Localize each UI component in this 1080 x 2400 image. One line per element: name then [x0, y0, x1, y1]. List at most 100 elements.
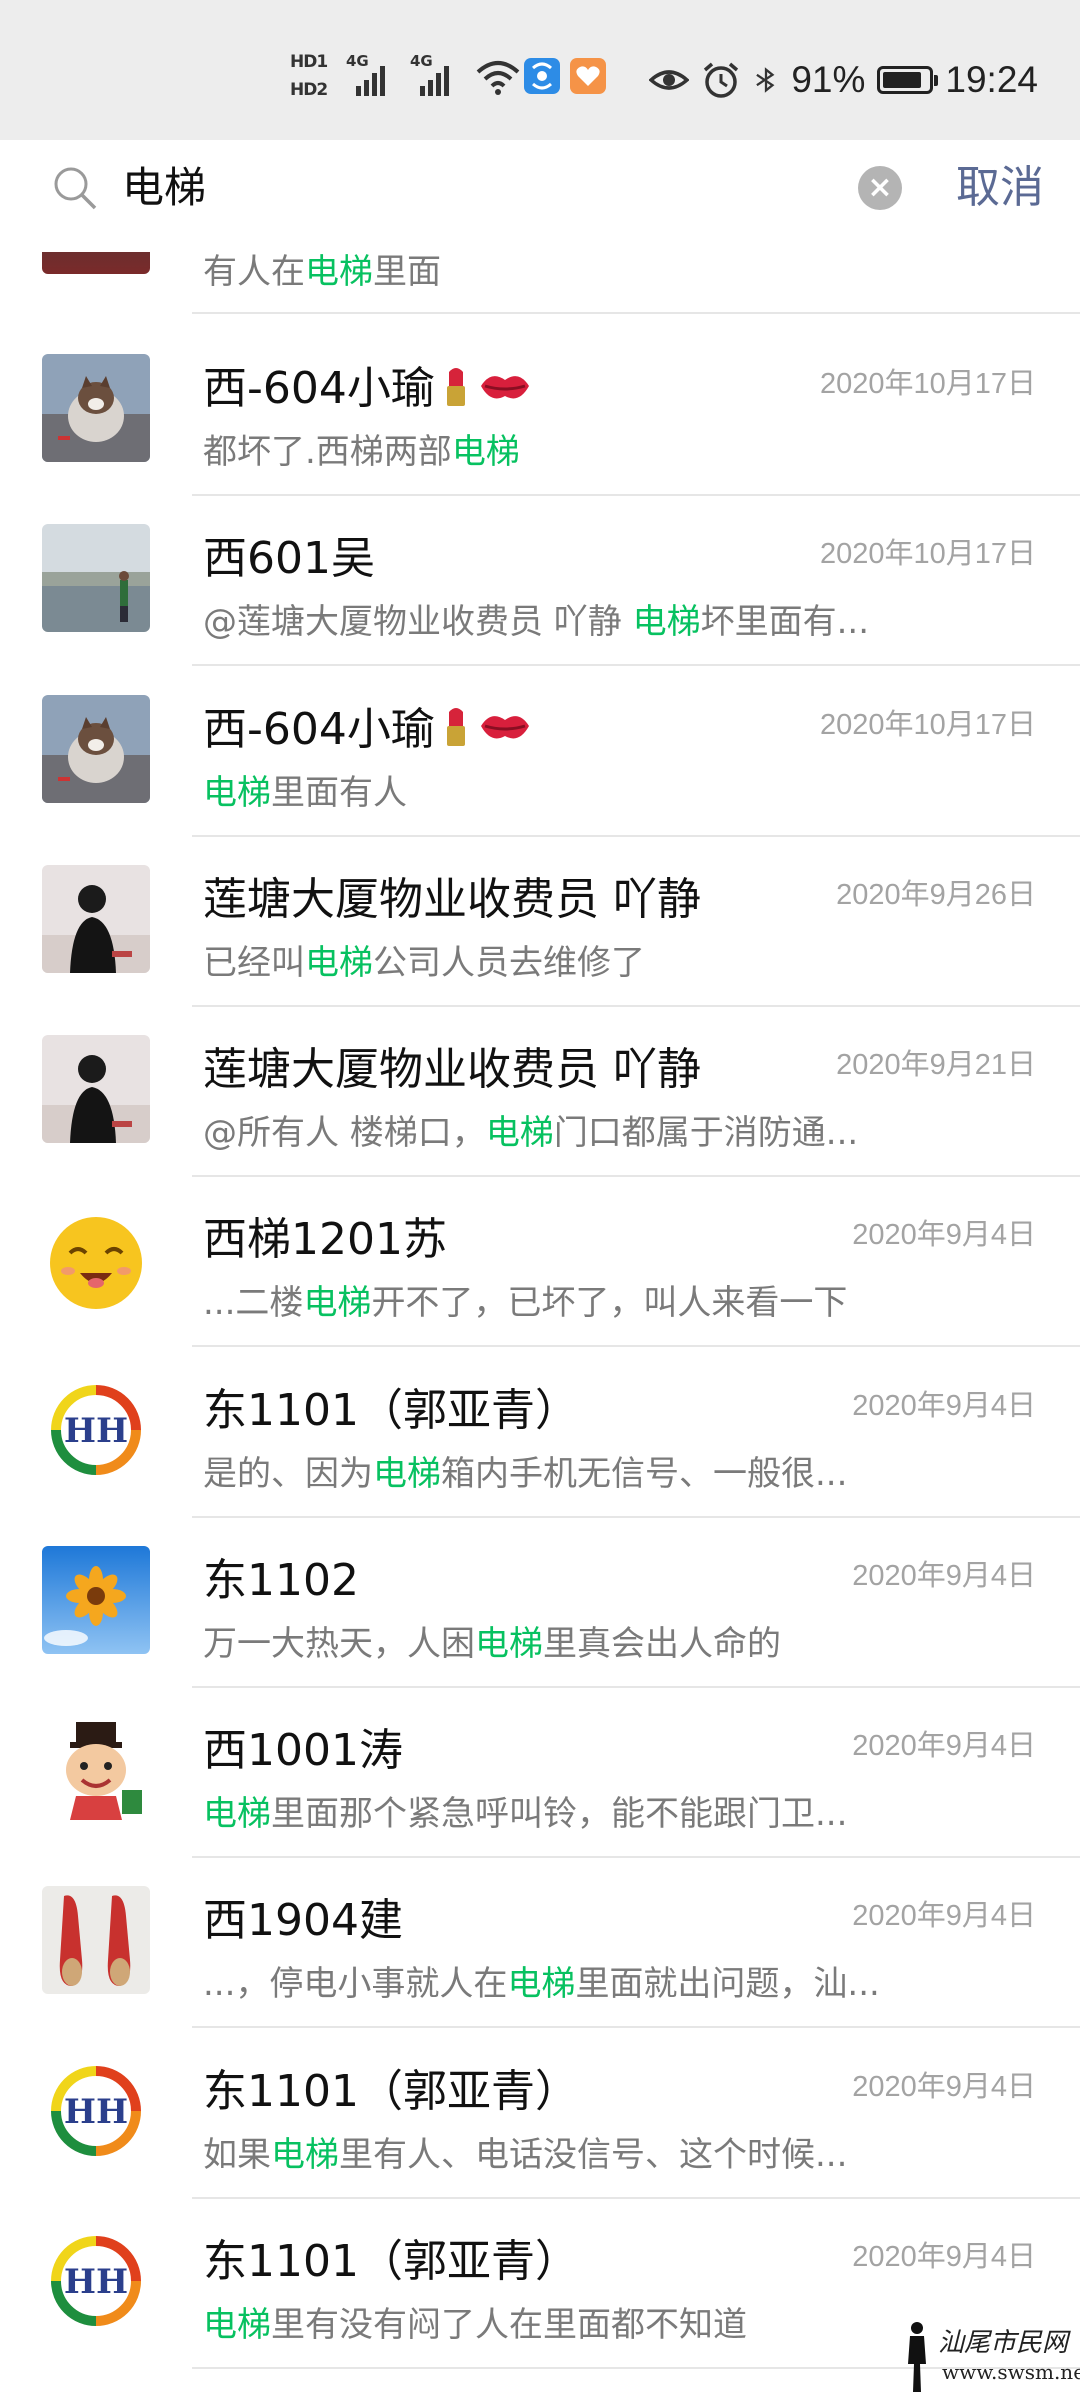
- keyword-highlight: 电梯: [203, 772, 271, 813]
- contact-name: 西1904建: [203, 1884, 403, 1948]
- contact-name-text: 东1101（郭亚青）: [203, 1384, 579, 1436]
- list-item[interactable]: 西1904建 2020年9月4日 ...，停电小事就人在电梯里面就出问题，汕...: [0, 1856, 1080, 2029]
- contact-name-text: 西1904建: [203, 1895, 403, 1947]
- search-result-list[interactable]: 有人在电梯里面 西-604小瑜 2020年10月17日 都坏了.西梯两部电梯 西601…: [0, 252, 1080, 2400]
- avatar: HH: [42, 1375, 150, 1484]
- keyword-highlight: 电梯: [303, 1283, 372, 1324]
- contact-name-text: 西1001涛: [203, 1725, 403, 1776]
- contact-name-text: 东1101（郭亚青）: [203, 2065, 579, 2117]
- contact-name: 西-604小瑜: [203, 352, 533, 419]
- search-input[interactable]: [122, 145, 822, 231]
- message-date: 2020年10月17日: [819, 368, 1036, 400]
- contact-name: 西601吴: [203, 522, 375, 586]
- avatar: [42, 1886, 150, 1995]
- message-date: 2020年9月4日: [852, 1730, 1036, 1762]
- search-box[interactable]: ×: [32, 145, 924, 231]
- message-snippet: 电梯里有没有闷了人在里面都不知道: [203, 2304, 747, 2345]
- hd1-label: HD1: [290, 52, 328, 72]
- lipstick-emoji-icon: [441, 364, 471, 419]
- list-item[interactable]: 东1102 2020年9月4日 万一大热天，人困电梯里真会出人命的: [0, 1516, 1080, 1688]
- app-notification-1-icon: [524, 58, 560, 94]
- avatar: [42, 694, 150, 803]
- message-date: 2020年9月4日: [852, 1900, 1036, 1933]
- list-item[interactable]: 莲塘大厦物业收费员 吖静 2020年9月26日 已经叫电梯公司人员去维修了: [0, 835, 1080, 1007]
- hd2-label: HD2: [290, 80, 328, 100]
- keyword-highlight: 电梯: [485, 1113, 554, 1153]
- contact-name-text: 莲塘大厦物业收费员 吖静: [203, 873, 701, 925]
- wifi-icon: [476, 61, 520, 95]
- message-snippet: 是的、因为电梯箱内手机无信号、一般很...: [203, 1453, 848, 1494]
- contact-name-text: 西-604小瑜: [203, 703, 435, 755]
- message-snippet: ...二楼电梯开不了，已坏了，叫人来看一下: [203, 1283, 848, 1324]
- list-item[interactable]: HH 东1101（郭亚青） 2020年9月4日 是的、因为电梯箱内手机无信号、一般很.…: [0, 1346, 1080, 1518]
- contact-name: 西-604小瑜: [203, 693, 533, 760]
- cancel-button[interactable]: 取消: [940, 145, 1060, 231]
- kiss-emoji-icon: [477, 706, 533, 757]
- avatar: [42, 1716, 150, 1824]
- clear-search-icon[interactable]: ×: [858, 166, 902, 210]
- contact-name-text: 西梯1201苏: [203, 1214, 447, 1266]
- avatar: [42, 524, 150, 633]
- watermark-text: 汕尾市民网: [938, 2328, 1069, 2358]
- bluetooth-icon: [756, 67, 775, 93]
- message-date: 2020年9月21日: [836, 1049, 1036, 1081]
- message-date: 2020年9月4日: [852, 1219, 1036, 1252]
- list-item[interactable]: 西-604小瑜 2020年10月17日电梯里面有人: [0, 665, 1080, 837]
- avatar: [42, 1205, 150, 1314]
- list-item[interactable]: 西-604小瑜 2020年10月17日都坏了.西梯两部电梯: [0, 324, 1080, 496]
- avatar: [42, 1035, 150, 1143]
- list-item[interactable]: 西1001涛 2020年9月4日 电梯里面那个紧急呼叫铃，能不能跟门卫...: [0, 1686, 1080, 1858]
- contact-name: 西1001涛: [203, 1714, 403, 1778]
- contact-name-text: 西-604小瑜: [203, 363, 435, 414]
- divider: [192, 312, 1080, 314]
- app-notification-2-icon: [570, 58, 606, 94]
- avatar: [42, 252, 150, 274]
- list-item-partial[interactable]: 有人在电梯里面: [0, 252, 1080, 324]
- list-item[interactable]: 西601吴 2020年10月17日 @莲塘大厦物业收费员 吖静 电梯坏里面有...: [0, 494, 1080, 667]
- lipstick-emoji-icon: [441, 704, 471, 759]
- message-snippet: 如果电梯里有人、电话没信号、这个时候...: [203, 2134, 848, 2175]
- list-item[interactable]: 莲塘大厦物业收费员 吖静 2020年9月21日 @所有人 楼梯口，电梯门口都属于消防…: [0, 1005, 1080, 1177]
- keyword-highlight: 电梯: [373, 1453, 441, 1494]
- message-snippet: 万一大热天，人困电梯里真会出人命的: [203, 1623, 781, 1664]
- message-snippet: ...，停电小事就人在电梯里面就出问题，汕...: [203, 1964, 880, 2005]
- message-snippet: @所有人 楼梯口，电梯门口都属于消防通...: [203, 1113, 859, 1153]
- contact-name-text: 莲塘大厦物业收费员 吖静: [203, 1044, 701, 1095]
- message-snippet: @莲塘大厦物业收费员 吖静 电梯坏里面有...: [203, 602, 870, 643]
- svg-text:HH: HH: [64, 2092, 128, 2132]
- svg-text:HH: HH: [64, 1411, 128, 1451]
- battery-fill: [883, 72, 922, 88]
- site-watermark: 汕尾市民网 www.swsm.net: [902, 2320, 1080, 2394]
- avatar: HH: [42, 2056, 150, 2165]
- contact-name: 莲塘大厦物业收费员 吖静: [203, 863, 701, 927]
- keyword-highlight: 电梯: [203, 2304, 271, 2345]
- eye-icon: [649, 70, 690, 90]
- battery-icon: [877, 66, 939, 94]
- avatar: [42, 354, 150, 462]
- message-snippet: 有人在电梯里面: [203, 252, 441, 292]
- message-date: 2020年10月17日: [819, 538, 1036, 571]
- battery-percent: 91%: [791, 59, 866, 100]
- list-item[interactable]: 西梯1201苏 2020年9月4日 ...二楼电梯开不了，已坏了，叫人来看一下: [0, 1175, 1080, 1348]
- contact-name: 莲塘大厦物业收费员 吖静: [203, 1033, 701, 1097]
- message-date: 2020年10月17日: [819, 708, 1036, 741]
- contact-name-text: 西601吴: [203, 533, 375, 585]
- keyword-highlight: 电梯: [451, 432, 520, 472]
- search-icon: [54, 167, 97, 210]
- contact-name: 东1101（郭亚青）: [203, 2055, 579, 2119]
- message-date: 2020年9月4日: [852, 1389, 1036, 1422]
- list-item[interactable]: HH 东1101（郭亚青） 2020年9月4日 如果电梯里有人、电话没信号、这个时候.…: [0, 2027, 1080, 2199]
- kiss-emoji-icon: [477, 366, 533, 417]
- avatar: [42, 1545, 150, 1654]
- contact-name: 东1101（郭亚青）: [203, 2225, 579, 2289]
- message-snippet: 电梯里面有人: [203, 772, 407, 813]
- message-snippet: 都坏了.西梯两部电梯: [203, 432, 520, 472]
- contact-name: 东1101（郭亚青）: [203, 1374, 579, 1438]
- watermark-url: www.swsm.net: [942, 2360, 1080, 2384]
- message-snippet: 电梯里面那个紧急呼叫铃，能不能跟门卫...: [203, 1794, 848, 1834]
- keyword-highlight: 电梯: [507, 1964, 576, 2005]
- keyword-highlight: 电梯: [271, 2134, 339, 2175]
- message-date: 2020年9月4日: [852, 1559, 1036, 1592]
- keyword-highlight: 电梯: [305, 942, 373, 983]
- contact-name-text: 东1101（郭亚青）: [203, 2235, 579, 2287]
